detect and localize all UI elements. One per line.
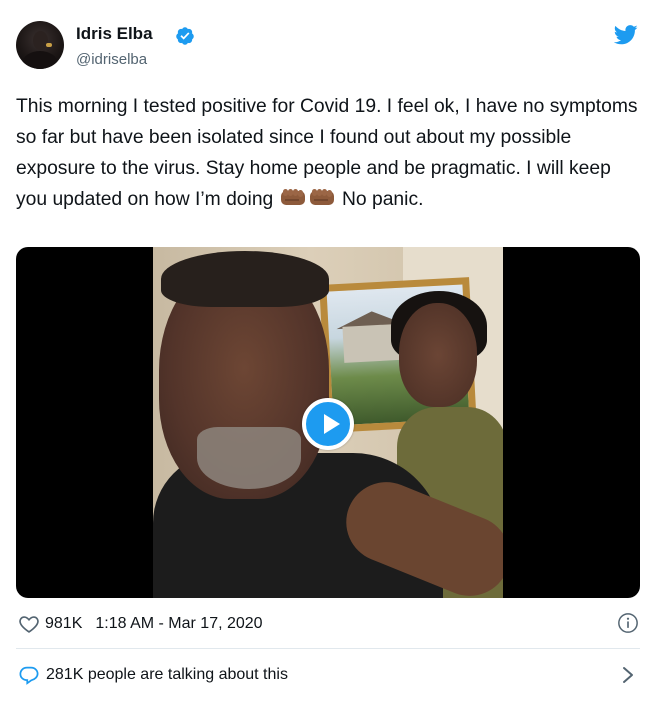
oncoming-fist-icon [280, 189, 305, 205]
tweet-card: Idris Elba @idriselba This morning I tes… [0, 0, 659, 707]
speech-bubble-icon [19, 666, 39, 685]
heart-icon[interactable] [18, 613, 40, 635]
play-icon [324, 414, 340, 434]
tweet-text-end: No panic. [336, 189, 424, 210]
divider [16, 648, 640, 649]
avatar[interactable] [16, 21, 64, 69]
talking-about-text: 281K people are talking about this [46, 666, 288, 683]
twitter-logo-icon[interactable] [614, 25, 638, 45]
verified-icon [176, 27, 194, 45]
conversation-link[interactable]: 281K people are talking about this [16, 661, 641, 689]
chevron-right-icon[interactable] [621, 666, 635, 684]
video-player[interactable] [16, 247, 640, 598]
tweet-meta: 981K 1:18 AM - Mar 17, 2020 [16, 611, 641, 637]
like-count[interactable]: 981K [45, 615, 82, 633]
tweet-text: This morning I tested positive for Covid… [16, 91, 641, 215]
oncoming-fist-icon-2 [309, 189, 334, 205]
timestamp[interactable]: 1:18 AM - Mar 17, 2020 [95, 615, 262, 633]
author-handle[interactable]: @idriselba [76, 51, 147, 68]
info-icon[interactable] [617, 612, 639, 634]
play-button[interactable] [302, 398, 354, 450]
author-name[interactable]: Idris Elba [76, 24, 153, 44]
